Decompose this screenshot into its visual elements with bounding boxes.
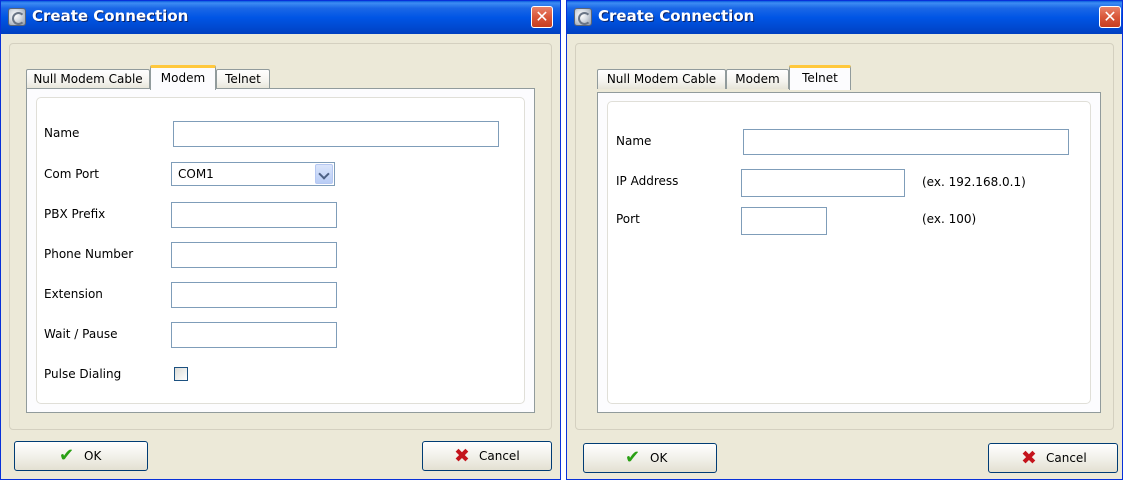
phone-number-input[interactable]: [171, 242, 337, 268]
cancel-button[interactable]: ✖ Cancel: [422, 441, 552, 471]
pulse-dialing-label: Pulse Dialing: [44, 367, 122, 381]
dialog-content: Null Modem Cable Modem Telnet Name IP Ad…: [575, 43, 1114, 430]
name-label: Name: [616, 134, 652, 148]
app-icon: [574, 8, 592, 26]
tab-null-modem-cable[interactable]: Null Modem Cable: [597, 69, 726, 89]
name-input[interactable]: [743, 129, 1069, 155]
pulse-dialing-checkbox[interactable]: [174, 367, 188, 381]
extension-input[interactable]: [171, 282, 337, 308]
name-input[interactable]: [173, 121, 499, 147]
cancel-button[interactable]: ✖ Cancel: [988, 443, 1118, 473]
dialog-content: Null Modem Cable Modem Telnet Name Com P…: [9, 43, 552, 430]
cancel-label: Cancel: [479, 449, 520, 463]
port-hint: (ex. 100): [922, 212, 977, 226]
tab-modem[interactable]: Modem: [150, 65, 216, 90]
app-icon: [8, 8, 26, 26]
com-port-value: COM1: [178, 167, 214, 181]
tab-modem[interactable]: Modem: [726, 69, 789, 89]
com-port-select[interactable]: COM1: [171, 162, 335, 186]
tab-null-modem-cable[interactable]: Null Modem Cable: [26, 69, 150, 89]
title-bar[interactable]: Create Connection ✕: [1, 1, 560, 34]
pbx-prefix-input[interactable]: [171, 202, 337, 228]
checkmark-icon: ✔: [59, 445, 75, 466]
com-port-label: Com Port: [44, 167, 100, 181]
tab-panel-modem: Name Com Port COM1 PBX Prefix Phone Numb…: [26, 88, 535, 413]
phone-number-label: Phone Number: [44, 247, 134, 261]
pbx-prefix-label: PBX Prefix: [44, 207, 106, 221]
modem-settings-group: Name Com Port COM1 PBX Prefix Phone Numb…: [36, 97, 525, 404]
wait-pause-input[interactable]: [171, 322, 337, 348]
window-title: Create Connection: [32, 7, 189, 25]
extension-label: Extension: [44, 287, 103, 301]
ip-address-hint: (ex. 192.168.0.1): [922, 175, 1026, 189]
ip-address-label: IP Address: [616, 174, 679, 188]
wait-pause-label: Wait / Pause: [44, 327, 118, 341]
title-bar[interactable]: Create Connection ✕: [567, 1, 1122, 34]
tab-telnet[interactable]: Telnet: [216, 69, 270, 89]
close-button[interactable]: ✕: [1099, 6, 1121, 28]
ok-label: OK: [650, 451, 668, 465]
port-label: Port: [616, 212, 640, 226]
cancel-label: Cancel: [1046, 451, 1087, 465]
ok-button[interactable]: ✔ OK: [583, 443, 717, 473]
x-icon: ✖: [454, 445, 470, 467]
create-connection-dialog-telnet: Create Connection ✕ Null Modem Cable Mod…: [566, 0, 1123, 480]
create-connection-dialog-modem: Create Connection ✕ Null Modem Cable Mod…: [0, 0, 561, 480]
ip-address-input[interactable]: [741, 169, 905, 197]
window-title: Create Connection: [598, 7, 755, 25]
x-icon: ✖: [1021, 447, 1037, 469]
chevron-down-icon[interactable]: [315, 164, 333, 184]
ok-button[interactable]: ✔ OK: [14, 441, 148, 471]
ok-label: OK: [84, 449, 102, 463]
close-button[interactable]: ✕: [531, 6, 553, 28]
tab-telnet[interactable]: Telnet: [789, 65, 851, 90]
checkmark-icon: ✔: [625, 447, 641, 468]
tab-panel-telnet: Name IP Address (ex. 192.168.0.1) Port (…: [597, 92, 1101, 413]
telnet-settings-group: Name IP Address (ex. 192.168.0.1) Port (…: [607, 101, 1091, 404]
name-label: Name: [44, 126, 80, 140]
port-input[interactable]: [741, 207, 827, 235]
